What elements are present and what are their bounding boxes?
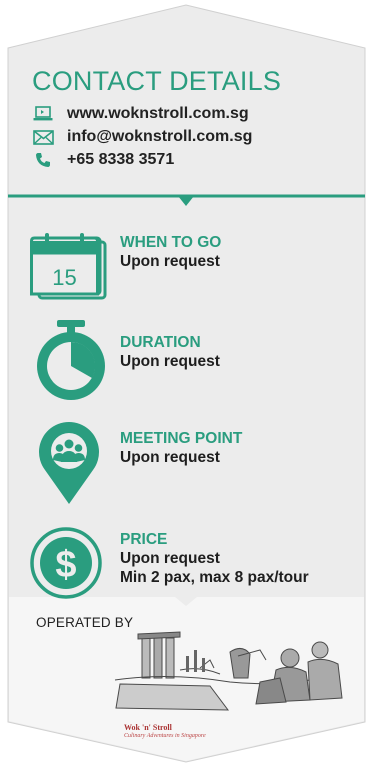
calendar-icon: 15 [30, 233, 107, 300]
email-row[interactable]: info@woknstroll.com.sg [32, 126, 352, 148]
calendar-day: 15 [52, 265, 76, 290]
duration-heading: DURATION [120, 334, 201, 351]
price-group-size: Min 2 pax, max 8 pax/tour [120, 569, 309, 586]
price-block: PRICE Upon request Min 2 pax, max 8 pax/… [120, 531, 309, 587]
envelope-icon [32, 128, 54, 146]
operator-logo-tagline: Culinary Adventures in Singapore [124, 733, 206, 739]
when-to-go-block: WHEN TO GO Upon request [120, 234, 221, 271]
operator-logo-name: Wok 'n' Stroll [124, 723, 172, 732]
email-link[interactable]: info@woknstroll.com.sg [67, 128, 252, 146]
laptop-icon [32, 105, 54, 123]
website-row[interactable]: www.woknstroll.com.sg [32, 103, 352, 125]
price-heading: PRICE [120, 531, 168, 548]
phone-row[interactable]: +65 8338 3571 [32, 149, 352, 171]
phone-icon [32, 151, 54, 169]
contact-section: CONTACT DETAILS www.woknstroll.com.sg in… [32, 66, 352, 171]
meeting-point-block: MEETING POINT Upon request [120, 430, 242, 467]
meeting-point-value: Upon request [120, 449, 220, 466]
price-value: Upon request [120, 550, 220, 567]
svg-text:$: $ [55, 544, 76, 586]
duration-block: DURATION Upon request [120, 334, 220, 371]
dollar-icon: $ [30, 527, 102, 599]
when-to-go-value: Upon request [120, 253, 220, 270]
map-pin-group-icon [39, 422, 99, 504]
contact-title: CONTACT DETAILS [32, 66, 282, 96]
when-to-go-heading: WHEN TO GO [120, 234, 222, 251]
phone-number[interactable]: +65 8338 3571 [67, 151, 174, 169]
website-link[interactable]: www.woknstroll.com.sg [67, 105, 249, 123]
stopwatch-icon [37, 320, 105, 400]
duration-value: Upon request [120, 353, 220, 370]
meeting-point-heading: MEETING POINT [120, 430, 243, 447]
